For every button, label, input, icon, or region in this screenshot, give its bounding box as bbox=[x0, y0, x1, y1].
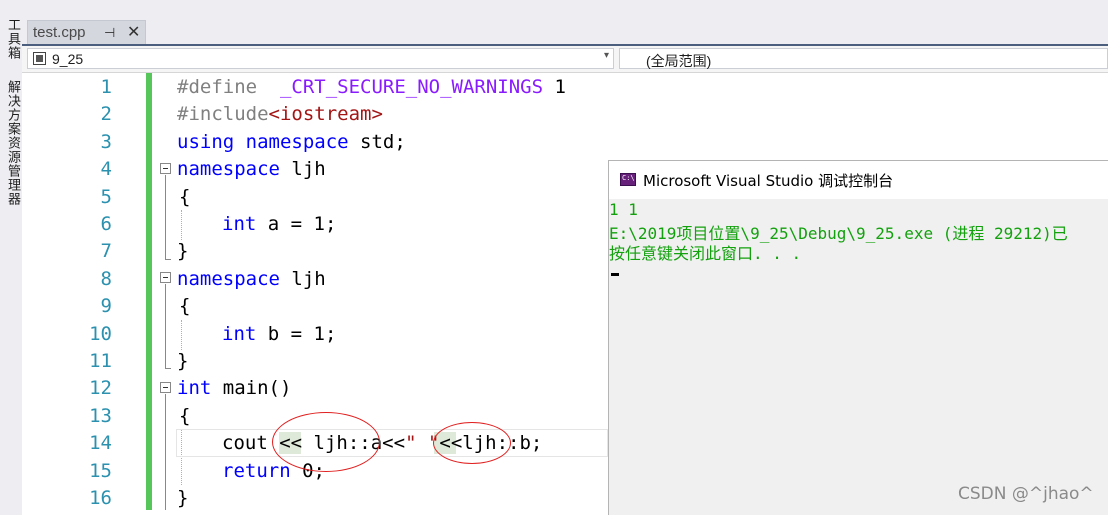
code-line-8[interactable]: namespace ljh bbox=[177, 268, 326, 290]
keyword: namespace bbox=[177, 158, 280, 180]
code-line-16[interactable]: } bbox=[177, 487, 188, 509]
project-scope-dropdown[interactable]: 9_25 ▾ bbox=[27, 48, 614, 69]
line-number: 15 bbox=[89, 460, 112, 482]
keyword: namespace bbox=[177, 268, 280, 290]
line-number: 2 bbox=[100, 103, 112, 125]
solution-explorer-tab[interactable]: 解决方案资源管理器 bbox=[3, 80, 22, 206]
macro-name: _CRT_SECURE_NO_WARNINGS bbox=[279, 76, 544, 98]
line-number: 14 bbox=[89, 432, 112, 454]
global-scope-dropdown[interactable]: (全局范围) bbox=[619, 48, 1108, 69]
outline-guide-end bbox=[165, 368, 171, 369]
collapse-toggle[interactable] bbox=[160, 163, 171, 174]
project-icon bbox=[33, 52, 46, 65]
code-line-1[interactable]: #define _CRT_SECURE_NO_WARNINGS 1 bbox=[177, 76, 566, 98]
console-cursor bbox=[611, 273, 619, 276]
code-line-10[interactable]: int b = 1; bbox=[222, 323, 336, 345]
tab-test-cpp[interactable]: test.cpp ⊣ ✕ bbox=[27, 20, 146, 44]
global-scope-value: (全局范围) bbox=[646, 53, 712, 69]
include-header: <iostream> bbox=[268, 103, 383, 125]
indent-guide bbox=[181, 210, 182, 240]
code-line-13[interactable]: { bbox=[179, 405, 190, 427]
code-line-11[interactable]: } bbox=[177, 350, 188, 372]
line-number: 16 bbox=[89, 487, 112, 509]
left-tool-panel: 工具箱 解决方案资源管理器 bbox=[0, 0, 23, 515]
code-line-9[interactable]: { bbox=[179, 295, 190, 317]
line-number: 10 bbox=[89, 323, 112, 345]
chevron-down-icon: ▾ bbox=[603, 50, 609, 61]
preprocessor-directive: #define bbox=[177, 76, 280, 98]
outline-guide bbox=[165, 394, 166, 510]
debug-console-window[interactable]: Microsoft Visual Studio 调试控制台 1 1 E:\201… bbox=[608, 160, 1108, 515]
indent-guide bbox=[181, 320, 182, 350]
code-line-12[interactable]: int main() bbox=[177, 377, 291, 399]
code-line-3[interactable]: using namespace std; bbox=[177, 131, 406, 153]
line-number: 1 bbox=[100, 76, 112, 98]
console-output-line: 按任意键关闭此窗口. . . bbox=[609, 244, 802, 263]
line-number: 9 bbox=[100, 295, 112, 317]
code-text: ljh bbox=[279, 268, 326, 290]
toolbox-tab[interactable]: 工具箱 bbox=[3, 18, 22, 60]
line-number: 11 bbox=[89, 350, 112, 372]
line-number: 5 bbox=[100, 186, 112, 208]
code-text: std; bbox=[348, 131, 406, 153]
tab-label: test.cpp bbox=[33, 24, 86, 41]
annotation-circle bbox=[433, 422, 511, 464]
code-line-6[interactable]: int a = 1; bbox=[222, 213, 336, 235]
preprocessor-directive: #include bbox=[177, 103, 269, 125]
code-text: main() bbox=[211, 377, 292, 399]
collapse-toggle[interactable] bbox=[160, 272, 171, 283]
annotation-circle bbox=[272, 412, 380, 472]
keyword: using namespace bbox=[177, 131, 349, 153]
keyword: int bbox=[222, 213, 257, 235]
watermark: CSDN @^jhao^ bbox=[958, 484, 1094, 504]
change-tracking-bar bbox=[146, 73, 152, 510]
line-number: 8 bbox=[100, 268, 112, 290]
console-title-bar[interactable]: Microsoft Visual Studio 调试控制台 bbox=[609, 161, 1108, 199]
outline-guide bbox=[165, 175, 166, 259]
project-scope-value: 9_25 bbox=[52, 51, 84, 67]
console-app-icon bbox=[620, 173, 636, 186]
code-line-2[interactable]: #include<iostream> bbox=[177, 103, 383, 125]
line-number: 7 bbox=[100, 240, 112, 262]
code-text: b = 1; bbox=[256, 323, 337, 345]
console-output-line: 1 1 bbox=[609, 200, 638, 219]
outline-guide-end bbox=[165, 259, 171, 260]
code-text: cout bbox=[222, 432, 280, 454]
keyword: int bbox=[222, 323, 257, 345]
code-line-5[interactable]: { bbox=[179, 186, 190, 208]
line-number: 13 bbox=[89, 405, 112, 427]
outline-guide bbox=[165, 284, 166, 368]
navigation-bar: 9_25 ▾ (全局范围) bbox=[22, 46, 1108, 73]
line-number: 4 bbox=[100, 158, 112, 180]
stream-operator: << bbox=[382, 432, 406, 454]
collapse-toggle[interactable] bbox=[160, 382, 171, 393]
pin-icon[interactable]: ⊣ bbox=[104, 25, 115, 41]
code-text: a = 1; bbox=[256, 213, 337, 235]
close-icon[interactable]: ✕ bbox=[127, 22, 140, 42]
macro-value: 1 bbox=[543, 76, 566, 98]
line-number: 6 bbox=[100, 213, 112, 235]
keyword: return bbox=[222, 460, 291, 482]
keyword: int bbox=[177, 377, 212, 399]
code-line-7[interactable]: } bbox=[177, 240, 188, 262]
tab-strip bbox=[22, 0, 1108, 46]
line-number: 3 bbox=[100, 131, 112, 153]
line-number: 12 bbox=[89, 377, 112, 399]
code-line-4[interactable]: namespace ljh bbox=[177, 158, 326, 180]
console-title: Microsoft Visual Studio 调试控制台 bbox=[643, 172, 894, 190]
code-text: ljh bbox=[279, 158, 326, 180]
